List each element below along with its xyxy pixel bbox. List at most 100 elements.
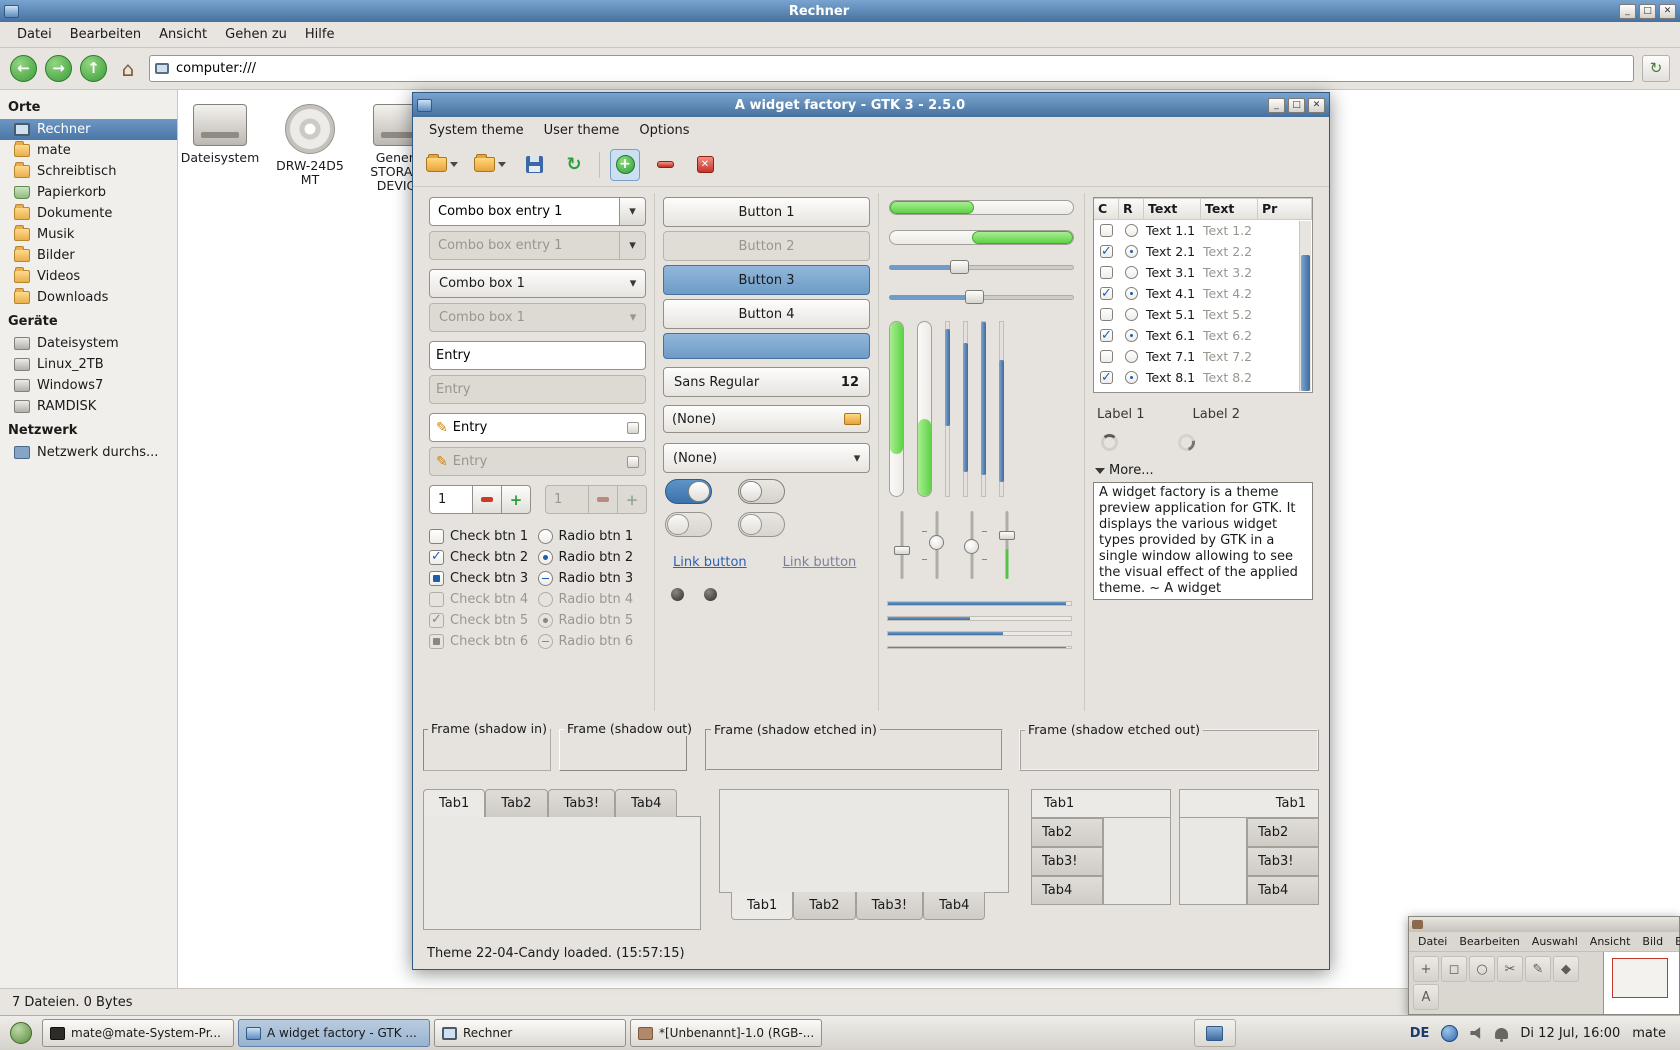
slider-handle[interactable] — [999, 530, 1015, 540]
icon-entry[interactable] — [429, 413, 646, 442]
up-button[interactable] — [80, 55, 107, 82]
minimize-button[interactable] — [1268, 97, 1285, 113]
switch-on[interactable] — [665, 479, 712, 504]
menu-bild[interactable]: Bild — [1637, 933, 1668, 950]
tab-3[interactable]: Tab3! — [1247, 847, 1319, 876]
table-row[interactable]: Text 2.1 Text 2.2 — [1094, 241, 1312, 262]
link-button[interactable]: Link button — [673, 555, 747, 570]
gimp-titlebar[interactable] — [1409, 917, 1679, 932]
sidebar-item-windows7[interactable]: Windows7 — [0, 375, 177, 396]
menu-options[interactable]: Options — [629, 119, 699, 142]
sidebar-item-musik[interactable]: Musik — [0, 224, 177, 245]
spin-value[interactable]: 1 — [429, 485, 473, 514]
volume-icon[interactable] — [1470, 1027, 1481, 1039]
scrollbar-thumb[interactable] — [999, 360, 1004, 483]
refresh-button[interactable] — [559, 149, 589, 181]
checkbox-checked-icon[interactable] — [1100, 287, 1113, 300]
column-header-r[interactable]: R — [1119, 198, 1144, 220]
minimize-button[interactable] — [1619, 3, 1636, 19]
menu-datei[interactable]: Datei — [8, 23, 61, 46]
column-header-c[interactable]: C — [1094, 198, 1119, 220]
column-header-pr[interactable]: Pr — [1258, 198, 1312, 220]
combo-box-entry[interactable] — [429, 197, 646, 226]
menu-ansicht[interactable]: Ansicht — [150, 23, 216, 46]
radio-btn-2[interactable]: Radio btn 2 — [537, 547, 647, 567]
table-row[interactable]: Text 8.1 Text 8.2 — [1094, 367, 1312, 388]
tab-4[interactable]: Tab4 — [1031, 876, 1103, 905]
open-button[interactable] — [423, 149, 461, 181]
reload-icon[interactable] — [1642, 55, 1670, 82]
radio-icon[interactable] — [1125, 266, 1138, 279]
gimp-canvas-panel[interactable] — [1603, 952, 1679, 1014]
slider-handle[interactable] — [950, 260, 970, 274]
slider-handle[interactable] — [964, 539, 979, 555]
table-row[interactable]: Text 7.1 Text 7.2 — [1094, 346, 1312, 367]
sidebar-item-papierkorb[interactable]: Papierkorb — [0, 182, 177, 203]
maximize-button[interactable] — [1639, 3, 1656, 19]
radio-on-icon[interactable] — [1125, 287, 1138, 300]
sidebar-item-schreibtisch[interactable]: Schreibtisch — [0, 161, 177, 182]
horizontal-scale-1[interactable] — [889, 259, 1074, 275]
combo-box-none[interactable]: (None) — [663, 443, 870, 473]
link-button-visited[interactable]: Link button — [783, 555, 857, 570]
sidebar-item-rechner[interactable]: Rechner — [0, 119, 177, 140]
back-button[interactable] — [10, 55, 37, 82]
toggle-button-active[interactable] — [663, 333, 870, 359]
task-file-manager[interactable]: Rechner — [434, 1019, 626, 1047]
tab-3[interactable]: Tab3! — [855, 892, 924, 920]
vertical-scale[interactable] — [917, 321, 932, 497]
rect-select-tool-icon[interactable]: ◻ — [1441, 956, 1467, 982]
spin-decrement-button[interactable] — [473, 485, 502, 514]
radio-on-icon[interactable] — [1125, 371, 1138, 384]
combo-box[interactable]: Combo box 1 — [429, 269, 646, 298]
column-header-text1[interactable]: Text — [1144, 198, 1201, 220]
vertical-scrollbar-3[interactable] — [981, 321, 986, 497]
sidebar-item-mate[interactable]: mate — [0, 140, 177, 161]
check-btn-2[interactable]: Check btn 2 — [429, 547, 538, 567]
tab-2[interactable]: Tab2 — [485, 789, 548, 817]
slider-handle[interactable] — [894, 546, 910, 556]
tab-3[interactable]: Tab3! — [1031, 847, 1103, 876]
widget-factory-titlebar[interactable]: A widget factory - GTK 3 - 2.5.0 — [413, 93, 1329, 117]
clock[interactable]: Di 12 Jul, 16:00 — [1520, 1026, 1620, 1041]
checkbox-icon[interactable] — [1100, 308, 1113, 321]
sidebar-item-netzwerk[interactable]: Netzwerk durchs... — [0, 442, 177, 463]
table-row[interactable]: Text 6.1 Text 6.2 — [1094, 325, 1312, 346]
checkbox-checked-icon[interactable] — [1100, 329, 1113, 342]
open-recent-button[interactable] — [471, 149, 509, 181]
ellipse-select-tool-icon[interactable]: ○ — [1469, 956, 1495, 982]
checkbox-icon[interactable] — [1100, 224, 1113, 237]
radio-icon[interactable] — [1125, 224, 1138, 237]
table-row[interactable]: Text 5.1 Text 5.2 — [1094, 304, 1312, 325]
mini-scale-4[interactable] — [998, 509, 1016, 581]
checkbox-checked-icon[interactable] — [1100, 245, 1113, 258]
menu-bearbeiten[interactable]: Bearbeiten — [1454, 933, 1524, 950]
scrollbar-thumb[interactable] — [963, 342, 968, 472]
sidebar-item-dateisystem[interactable]: Dateisystem — [0, 333, 177, 354]
tab-1[interactable]: Tab1 — [1031, 789, 1171, 818]
checkbox-icon[interactable] — [1100, 266, 1113, 279]
sidebar-item-downloads[interactable]: Downloads — [0, 287, 177, 308]
table-row[interactable]: Text 1.1 Text 1.2 — [1094, 220, 1312, 241]
close-button[interactable] — [1308, 97, 1325, 113]
menu-bearbeiten[interactable]: Bearbeiten — [61, 23, 150, 46]
text-tool-icon[interactable]: A — [1413, 984, 1439, 1010]
scrollbar-thumb[interactable] — [1301, 255, 1310, 391]
task-gimp[interactable]: *[Unbenannt]-1.0 (RGB-... — [630, 1019, 822, 1047]
button-3[interactable]: Button 3 — [663, 265, 870, 295]
tree-scrollbar[interactable] — [1299, 221, 1311, 391]
tab-4[interactable]: Tab4 — [615, 789, 678, 817]
check-btn-1[interactable]: Check btn 1 — [429, 526, 538, 546]
forward-button[interactable] — [45, 55, 72, 82]
maximize-button[interactable] — [1288, 97, 1305, 113]
slider-handle[interactable] — [929, 534, 944, 550]
menu-datei[interactable]: Datei — [1413, 933, 1452, 950]
save-button[interactable] — [519, 149, 549, 181]
horizontal-scale-2[interactable] — [889, 289, 1074, 305]
radio-btn-1[interactable]: Radio btn 1 — [537, 526, 647, 546]
checkbox-checked-icon[interactable] — [1100, 371, 1113, 384]
tab-1[interactable]: Tab1 — [1179, 789, 1319, 818]
sidebar-item-ramdisk[interactable]: RAMDISK — [0, 396, 177, 417]
menu-system-theme[interactable]: System theme — [419, 119, 534, 142]
notification-bell-icon[interactable] — [1495, 1027, 1509, 1042]
